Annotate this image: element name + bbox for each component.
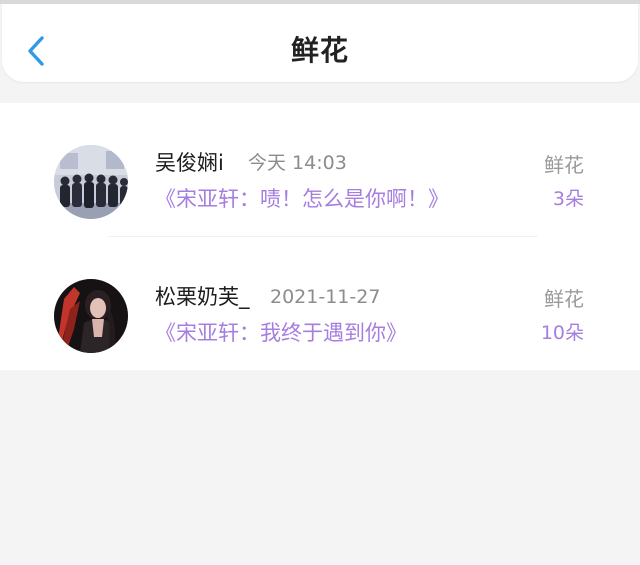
sender-name: 松栗奶芙_ — [155, 285, 250, 309]
gift-count: 10朵 — [540, 322, 584, 344]
header-bar: 鲜花 — [2, 4, 638, 82]
gift-type: 鲜花 — [544, 153, 584, 177]
list-item[interactable]: 松栗奶芙_ 2021-11-27 《宋亚轩：我终于遇到你》 鲜花 10朵 — [0, 237, 640, 371]
message-text: 《宋亚轩：啧！怎么是你啊！》 — [155, 187, 449, 211]
timestamp: 今天 14:03 — [248, 152, 347, 174]
gift-type: 鲜花 — [544, 287, 584, 311]
avatar[interactable] — [54, 279, 128, 353]
page-title: 鲜花 — [290, 34, 349, 67]
gift-count: 3朵 — [552, 188, 584, 210]
timestamp: 2021-11-27 — [270, 286, 381, 308]
sender-name: 吴俊娴i — [155, 151, 224, 175]
avatar[interactable] — [54, 145, 128, 219]
list-item[interactable]: 吴俊娴i 今天 14:03 《宋亚轩：啧！怎么是你啊！》 鲜花 3朵 — [0, 103, 640, 237]
message-text: 《宋亚轩：我终于遇到你》 — [155, 321, 407, 345]
